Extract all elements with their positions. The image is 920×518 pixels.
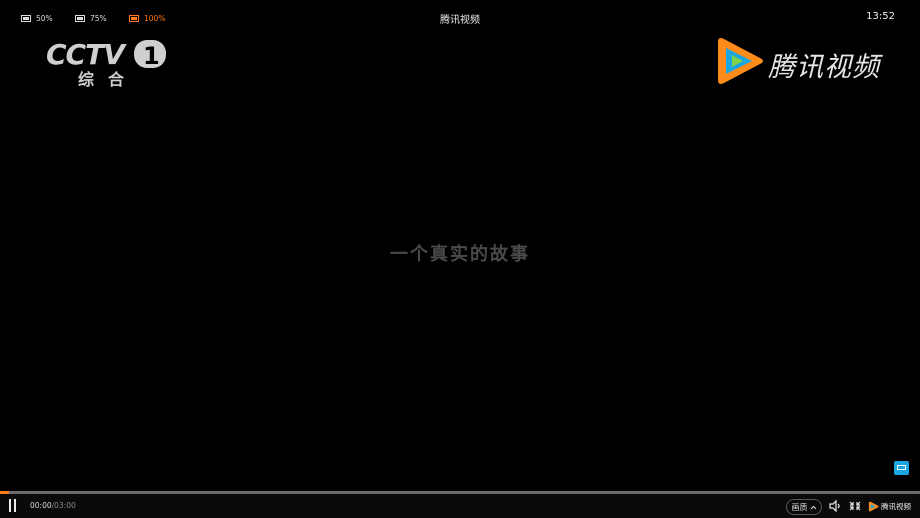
channel-logo-number: 1 xyxy=(143,42,160,70)
tencent-video-mini-icon xyxy=(868,501,879,511)
mini-brand-label: 腾讯视频 xyxy=(881,501,911,511)
clock: 13:52 xyxy=(866,11,895,22)
mini-brand-button[interactable]: 腾讯视频 xyxy=(868,499,911,513)
chevron-up-icon xyxy=(810,505,816,509)
quality-button[interactable]: 画质 xyxy=(786,499,822,515)
fullscreen-exit-icon[interactable] xyxy=(849,499,861,513)
pause-icon[interactable] xyxy=(8,499,18,512)
time-display: 00:00/03:00 xyxy=(30,501,76,510)
window-title: 腾讯视频 xyxy=(440,15,480,26)
control-bar: 00:00/03:00 画质 腾讯视频 xyxy=(0,494,920,518)
quality-label: 画质 xyxy=(791,502,808,512)
brand-logo-text: 腾讯视频 xyxy=(768,52,880,83)
tv-badge-icon[interactable] xyxy=(894,461,909,475)
top-bar: 50% 75% 100% 腾讯视频 13:52 xyxy=(0,0,920,34)
current-time: 00:00 xyxy=(30,501,52,510)
total-time: 03:00 xyxy=(54,501,76,510)
volume-icon[interactable] xyxy=(828,499,842,513)
video-subtitle: 一个真实的故事 xyxy=(390,244,530,265)
channel-logo-sub: 综合 xyxy=(78,70,139,89)
